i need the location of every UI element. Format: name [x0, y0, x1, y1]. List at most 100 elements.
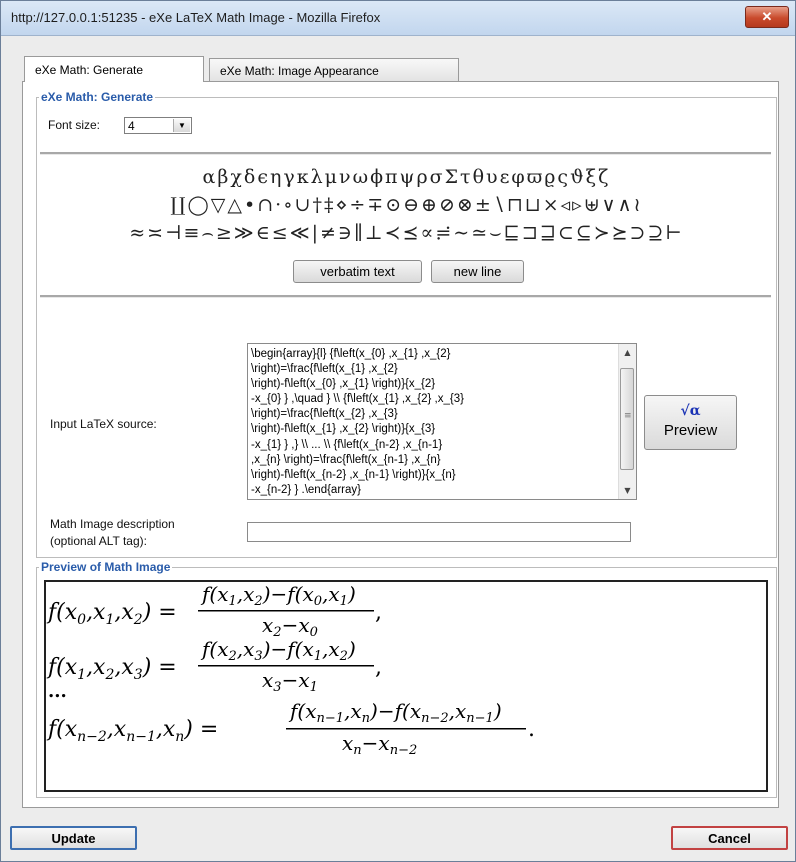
scroll-up-icon[interactable]: ▲ — [619, 344, 636, 361]
symbol-button[interactable]: △ — [226, 194, 243, 216]
symbol-button[interactable]: ≀ — [632, 194, 641, 216]
preview-button[interactable]: √α Preview — [644, 395, 737, 450]
symbol-button[interactable]: ⪰ — [611, 222, 629, 244]
close-icon[interactable]: ✕ — [762, 9, 773, 24]
verbatim-text-button[interactable]: verbatim text — [293, 260, 422, 283]
symbol-button[interactable]: ÷ — [348, 194, 366, 216]
symbol-button[interactable]: ⊥ — [364, 222, 384, 244]
symbol-button[interactable]: ∨ — [601, 194, 617, 216]
update-button[interactable]: Update — [10, 826, 137, 850]
symbol-button[interactable]: ≪ — [289, 222, 311, 244]
symbol-button[interactable]: ± — [474, 194, 492, 216]
symbol-button[interactable]: ∖ — [492, 194, 506, 216]
cancel-button[interactable]: Cancel — [671, 826, 788, 850]
symbol-button[interactable]: · — [274, 194, 282, 216]
new-line-button[interactable]: new line — [431, 260, 524, 283]
symbol-button[interactable]: ≺ — [384, 222, 402, 244]
symbol-button[interactable]: ≈ — [128, 222, 146, 244]
symbol-button[interactable]: β — [216, 166, 229, 188]
symbol-button[interactable]: ∼ — [452, 222, 470, 244]
symbol-button[interactable]: ≓ — [434, 222, 452, 244]
symbol-button[interactable]: ⪯ — [402, 222, 420, 244]
symbol-button[interactable]: ◃ — [560, 194, 572, 216]
latex-source-textarea[interactable]: \begin{array}{l} {f\left(x_{0} ,x_{1} ,x… — [247, 343, 637, 500]
symbol-button[interactable]: χ — [229, 166, 243, 188]
symbol-button[interactable]: κ — [296, 166, 310, 188]
symbol-button[interactable]: ⊃ — [629, 222, 647, 244]
symbol-button[interactable]: ∪ — [294, 194, 312, 216]
symbol-button[interactable]: ξ — [585, 166, 597, 188]
symbol-button[interactable]: ∋ — [337, 222, 353, 244]
symbol-button[interactable]: ω — [352, 166, 370, 188]
symbol-button[interactable]: • — [243, 194, 256, 216]
symbol-button[interactable]: † — [311, 194, 323, 216]
symbol-button[interactable]: ≤ — [271, 222, 289, 244]
symbol-button[interactable]: ς — [556, 166, 569, 188]
tab-image-appearance[interactable]: eXe Math: Image Appearance — [209, 58, 459, 82]
symbol-button[interactable]: ∓ — [366, 194, 384, 216]
symbol-button[interactable]: α — [202, 166, 217, 188]
symbol-button[interactable]: ψ — [399, 166, 416, 188]
symbol-button[interactable]: η — [269, 166, 282, 188]
symbol-button[interactable]: ∥ — [353, 222, 364, 244]
symbol-button[interactable]: ⊣ — [164, 222, 182, 244]
symbol-button[interactable]: ⊎ — [583, 194, 601, 216]
symbol-button[interactable]: ϖ — [526, 166, 544, 188]
alt-text-input[interactable] — [247, 522, 631, 542]
symbol-button[interactable]: ⊑ — [503, 222, 521, 244]
chevron-down-icon[interactable]: ▼ — [173, 119, 190, 132]
symbol-button[interactable]: × — [542, 194, 560, 216]
latex-source-text[interactable]: \begin{array}{l} {f\left(x_{0} ,x_{1} ,x… — [248, 344, 636, 498]
symbol-button[interactable]: ∩ — [256, 194, 274, 216]
symbol-button[interactable]: ϕ — [369, 166, 384, 188]
scrollbar-thumb[interactable]: ≡ — [620, 368, 634, 470]
symbol-button[interactable]: ∐ — [169, 194, 186, 216]
symbol-button[interactable]: ∝ — [419, 222, 434, 244]
symbol-button[interactable]: ≥ — [215, 222, 233, 244]
symbol-button[interactable]: ‡ — [323, 194, 335, 216]
symbol-button[interactable]: λ — [310, 166, 324, 188]
symbol-button[interactable]: ≍ — [146, 222, 164, 244]
symbol-button[interactable]: ⊢ — [664, 222, 682, 244]
symbol-button[interactable]: π — [384, 166, 399, 188]
symbol-button[interactable]: ∈ — [255, 222, 271, 244]
symbol-button[interactable]: τ — [459, 166, 472, 188]
symbol-button[interactable]: ⊔ — [524, 194, 542, 216]
symbol-button[interactable]: Σ — [444, 166, 459, 188]
symbol-button[interactable]: | — [311, 222, 319, 244]
symbol-button[interactable]: ⌢ — [200, 222, 215, 244]
symbol-button[interactable]: ν — [338, 166, 352, 188]
symbol-button[interactable]: ⊇ — [646, 222, 664, 244]
symbol-button[interactable]: ⊐ — [521, 222, 539, 244]
symbol-button[interactable]: ⊗ — [456, 194, 474, 216]
symbol-button[interactable]: ⌣ — [488, 222, 503, 244]
symbol-button[interactable]: ⋄ — [334, 194, 348, 216]
symbol-button[interactable]: δ — [243, 166, 256, 188]
tab-generate[interactable]: eXe Math: Generate — [24, 56, 204, 82]
symbol-button[interactable]: ϑ — [569, 166, 585, 188]
symbol-button[interactable]: γ — [282, 166, 295, 188]
symbol-button[interactable]: ζ — [597, 166, 609, 188]
textarea-scrollbar[interactable]: ▲ ≡ ▼ — [618, 344, 636, 499]
symbol-button[interactable]: ⊆ — [575, 222, 593, 244]
symbol-button[interactable]: ⊖ — [402, 194, 420, 216]
symbol-button[interactable]: ▹ — [571, 194, 583, 216]
symbol-button[interactable]: ≡ — [182, 222, 200, 244]
symbol-button[interactable]: ≠ — [319, 222, 337, 244]
symbol-button[interactable]: ϱ — [543, 166, 556, 188]
symbol-button[interactable]: ϵ — [256, 166, 269, 188]
symbol-button[interactable]: ◯ — [187, 194, 210, 216]
symbol-button[interactable]: μ — [324, 166, 338, 188]
symbol-button[interactable]: θ — [472, 166, 485, 188]
symbol-button[interactable]: ρ — [415, 166, 428, 188]
symbol-button[interactable]: ⊕ — [420, 194, 438, 216]
symbol-button[interactable]: ≫ — [233, 222, 255, 244]
symbol-button[interactable]: σ — [429, 166, 444, 188]
symbol-button[interactable]: ≻ — [593, 222, 611, 244]
font-size-select[interactable]: 4 ▼ — [124, 117, 192, 134]
scroll-down-icon[interactable]: ▼ — [619, 482, 636, 499]
symbol-button[interactable]: ▽ — [210, 194, 227, 216]
symbol-button[interactable]: ⊂ — [557, 222, 575, 244]
symbol-button[interactable]: υ — [485, 166, 499, 188]
symbol-button[interactable]: ∧ — [617, 194, 633, 216]
